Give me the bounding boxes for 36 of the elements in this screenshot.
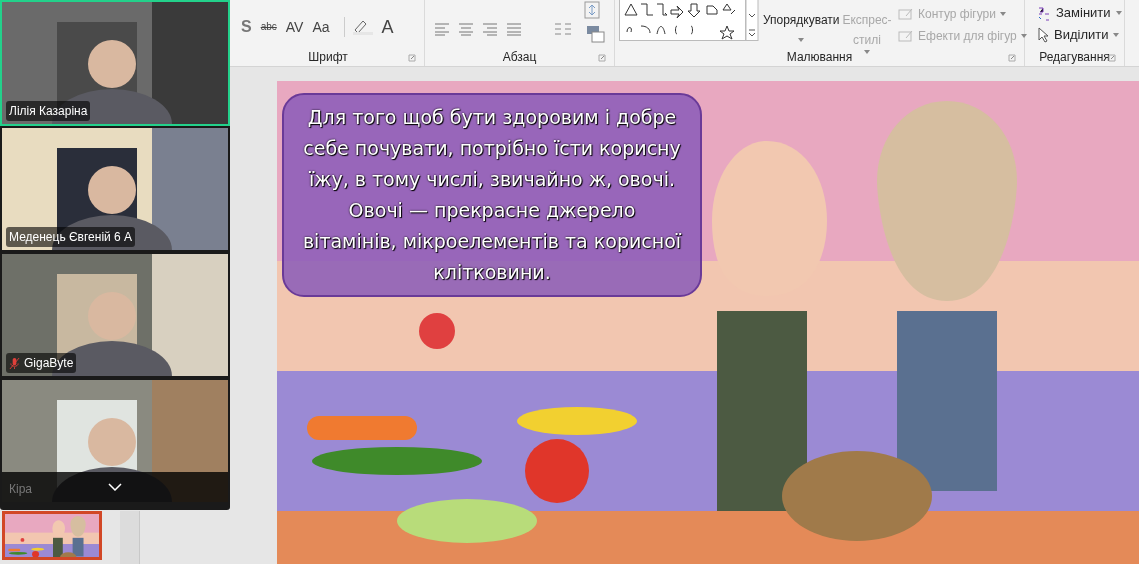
replace-icon: [1037, 4, 1051, 21]
slide-text: Для того щоб бути здоровим і добре себе почувати, потрібно їсти корисну їжу, в тому числі, звичайно ж, овочі. Овочі — прекрасне джерело вітамінів, мікроелементів та корисної клітковини.: [302, 105, 682, 285]
shapes-gallery[interactable]: [619, 0, 759, 42]
caret-icon: [1113, 32, 1120, 37]
pencil-icon: [898, 7, 914, 21]
group-label: Редагування: [1039, 49, 1110, 66]
font-tool-button[interactable]: Aa: [311, 20, 331, 34]
replace-button[interactable]: Замінити: [1037, 3, 1122, 23]
name-label: Лілія Казаріна: [6, 101, 91, 121]
caret-icon: [864, 50, 870, 54]
name-label: Кіра: [8, 481, 33, 498]
name-label: Меденець Євгеній 6 А: [6, 227, 136, 247]
font-tool-button[interactable]: A: [380, 18, 395, 36]
font-tool-button[interactable]: abc: [259, 22, 278, 32]
cursor-icon: [1037, 26, 1049, 43]
scrollbar-track[interactable]: [120, 511, 140, 564]
smartart-icon[interactable]: [585, 24, 607, 44]
chevron-down-icon[interactable]: [108, 483, 122, 491]
dialog-launcher-icon[interactable]: [408, 54, 416, 62]
group-label: Абзац: [502, 49, 537, 66]
caret-icon: [1115, 10, 1122, 15]
dialog-launcher-icon[interactable]: [1108, 54, 1116, 62]
text-direction-icon[interactable]: [583, 0, 603, 20]
name-label: GigaByte: [6, 353, 77, 373]
font-tool-button[interactable]: S: [240, 19, 253, 35]
arrange-button[interactable]: Упорядкувати: [763, 10, 840, 42]
caret-icon: [798, 38, 805, 42]
caret-icon: [1020, 34, 1027, 38]
dialog-launcher-icon[interactable]: [1008, 54, 1016, 62]
dialog-launcher-icon[interactable]: [598, 54, 606, 62]
eraser-icon: [898, 29, 914, 43]
select-button[interactable]: Виділити: [1037, 25, 1120, 45]
group-label: Шрифт: [308, 49, 348, 66]
caret-icon: [999, 12, 1006, 16]
highlighter-icon[interactable]: [351, 18, 374, 36]
font-tool-button[interactable]: AV: [284, 20, 305, 34]
